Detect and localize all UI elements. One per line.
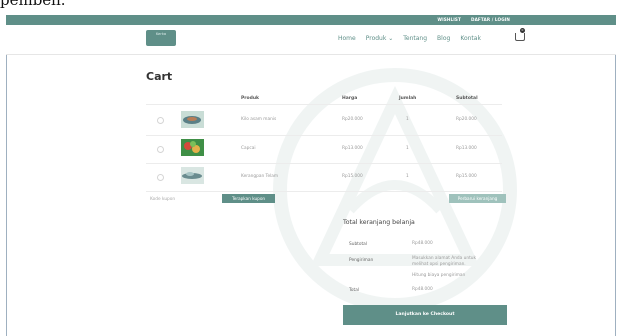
row-subtotal: Rp20.000 — [456, 117, 477, 122]
coupon-code-input[interactable]: Kode kupon — [150, 197, 175, 202]
product-price: Rp13.000 — [342, 146, 363, 151]
row-subtotal: Rp15.000 — [456, 174, 477, 179]
quantity-input[interactable]: 1 — [406, 117, 409, 122]
shipping-info: Masukkan alamat Anda untuk melihat opsi … — [412, 256, 476, 267]
nav-home[interactable]: Home — [338, 35, 356, 42]
shipping-label: Pengiriman — [349, 258, 374, 263]
checkout-button[interactable]: Lanjutkan ke Checkout — [343, 305, 507, 325]
daftar-login-link[interactable]: DAFTAR / LOGIN — [471, 17, 510, 22]
product-price: Rp15.000 — [342, 174, 363, 179]
quantity-input[interactable]: 1 — [406, 146, 409, 151]
page-frame — [6, 25, 616, 336]
column-subtotal: Subtotal — [456, 96, 478, 101]
wishlist-link[interactable]: WISHLIST — [437, 17, 461, 22]
apply-coupon-button[interactable]: Terapkan kupon — [222, 194, 275, 203]
cart-icon[interactable] — [515, 33, 525, 41]
remove-item-icon[interactable] — [157, 174, 164, 181]
table-divider — [146, 191, 502, 192]
nav-blog[interactable]: Blog — [437, 35, 450, 42]
table-divider — [146, 104, 502, 105]
subtotal-value: Rp48.000 — [412, 241, 433, 246]
column-jumlah: Jumlah — [399, 96, 417, 101]
calculate-shipping-link[interactable]: Hitung biaya pengiriman — [412, 273, 465, 279]
remove-item-icon[interactable] — [157, 146, 164, 153]
main-nav: Home Produk ⌄ Tentang Blog Kontak — [338, 35, 481, 42]
subtotal-label: Subtotal — [349, 242, 368, 247]
nav-tentang[interactable]: Tentang — [403, 35, 427, 42]
logo-text: Kerka — [155, 32, 167, 36]
quantity-input[interactable]: 1 — [406, 174, 409, 179]
column-harga: Harga — [342, 96, 358, 101]
product-name[interactable]: Kilo asam manis — [241, 117, 276, 122]
column-produk: Produk — [241, 96, 260, 101]
product-price: Rp20.000 — [342, 117, 363, 122]
remove-item-icon[interactable] — [157, 117, 164, 124]
product-name[interactable]: Capcai — [241, 146, 256, 151]
caption-text: pembeli. — [0, 0, 66, 9]
top-bar: WISHLIST DAFTAR / LOGIN — [6, 15, 616, 25]
product-thumbnail[interactable] — [181, 111, 204, 128]
product-name[interactable]: Kerangpan Telam — [241, 174, 278, 179]
table-divider — [146, 163, 502, 164]
product-thumbnail[interactable] — [181, 167, 204, 184]
table-divider — [146, 135, 502, 136]
product-thumbnail[interactable] — [181, 139, 204, 156]
site-logo[interactable]: Kerka — [146, 30, 176, 46]
total-label: Total — [349, 288, 360, 293]
nav-kontak[interactable]: Kontak — [460, 35, 481, 42]
row-subtotal: Rp13.000 — [456, 146, 477, 151]
update-cart-button[interactable]: Perbarui keranjang — [449, 194, 506, 203]
page-title: Cart — [146, 70, 173, 83]
nav-produk[interactable]: Produk ⌄ — [366, 35, 394, 42]
cart-totals-title: Total keranjang belanja — [343, 219, 415, 226]
site-header: Kerka Home Produk ⌄ Tentang Blog Kontak … — [6, 25, 616, 55]
cart-count-badge: 0 — [520, 28, 525, 33]
total-value: Rp48.000 — [412, 287, 433, 292]
